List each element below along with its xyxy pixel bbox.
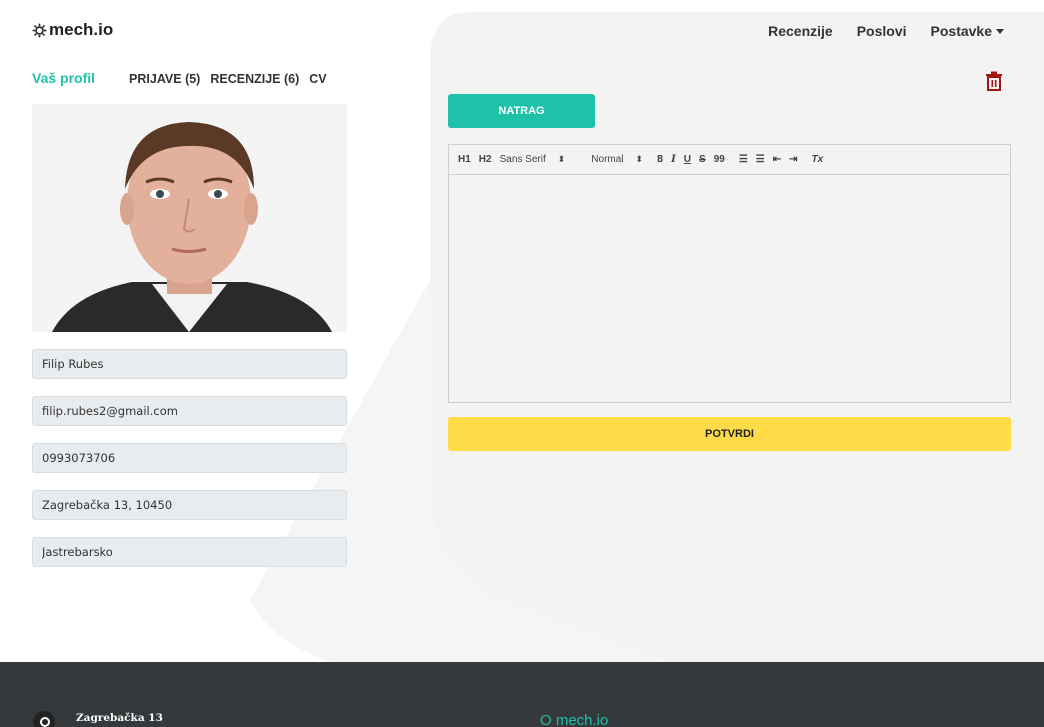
address-field[interactable] xyxy=(32,490,347,520)
editor-content-area[interactable] xyxy=(449,175,1010,403)
ordered-list-icon[interactable]: ☰ xyxy=(739,154,748,165)
brand-name: mech.io xyxy=(49,20,114,39)
nav-reviews-link[interactable]: Recenzije xyxy=(768,23,833,39)
phone-field[interactable] xyxy=(32,443,347,473)
tab-applications[interactable]: PRIJAVE (5) xyxy=(129,72,200,86)
clear-format-button[interactable]: Tx xyxy=(812,154,824,165)
font-select[interactable]: Sans Serif ⬍ xyxy=(500,154,566,165)
bullet-list-icon[interactable]: ☰ xyxy=(756,154,765,165)
size-select-value: Normal xyxy=(591,154,624,165)
indent-icon[interactable]: ⇥ xyxy=(789,154,797,165)
footer-address: Zagrebačka 13 xyxy=(76,712,163,724)
gear-icon xyxy=(32,23,47,37)
back-button[interactable]: NATRAG xyxy=(448,94,595,128)
footer-about-link[interactable]: O mech.io xyxy=(540,712,608,727)
font-select-value: Sans Serif xyxy=(499,154,546,165)
editor-toolbar: H1 H2 Sans Serif ⬍ Normal ⬍ B I U S 99 ☰ ☰… xyxy=(449,145,1010,175)
location-pin-icon xyxy=(33,711,55,727)
profile-photo xyxy=(32,104,347,332)
trash-icon[interactable] xyxy=(985,71,1003,91)
nav-links: Recenzije Poslovi Postavke xyxy=(768,23,1004,39)
underline-button[interactable]: U xyxy=(684,154,691,165)
nav-settings-label: Postavke xyxy=(930,23,992,39)
bold-button[interactable]: B xyxy=(657,154,663,165)
blockquote-button[interactable]: 99 xyxy=(714,154,725,165)
heading2-button[interactable]: H2 xyxy=(479,154,492,165)
city-field[interactable] xyxy=(32,537,347,567)
profile-title: Vaš profil xyxy=(32,70,96,86)
strike-button[interactable]: S xyxy=(699,154,706,165)
confirm-button[interactable]: POTVRDI xyxy=(448,417,1011,451)
rich-text-editor: H1 H2 Sans Serif ⬍ Normal ⬍ B I U S 99 ☰ ☰… xyxy=(448,144,1011,403)
tab-reviews[interactable]: RECENZIJE (6) xyxy=(210,72,299,86)
caret-down-icon xyxy=(996,29,1004,34)
brand-logo[interactable]: mech.io xyxy=(32,20,113,40)
outdent-icon[interactable]: ⇤ xyxy=(773,154,781,165)
heading1-button[interactable]: H1 xyxy=(458,154,471,165)
italic-button[interactable]: I xyxy=(671,154,676,165)
updown-arrow-icon: ⬍ xyxy=(557,154,566,164)
nav-jobs-link[interactable]: Poslovi xyxy=(857,23,907,39)
nav-settings-dropdown[interactable]: Postavke xyxy=(931,23,1004,39)
email-field[interactable] xyxy=(32,396,347,426)
size-select[interactable]: Normal ⬍ xyxy=(591,154,643,165)
top-navbar: mech.io Recenzije Poslovi Postavke xyxy=(0,0,1044,62)
updown-arrow-icon: ⬍ xyxy=(635,154,644,164)
tab-cv[interactable]: CV xyxy=(309,72,326,86)
profile-header: Vaš profil PRIJAVE (5) RECENZIJE (6) CV xyxy=(32,70,337,86)
name-field[interactable] xyxy=(32,349,347,379)
